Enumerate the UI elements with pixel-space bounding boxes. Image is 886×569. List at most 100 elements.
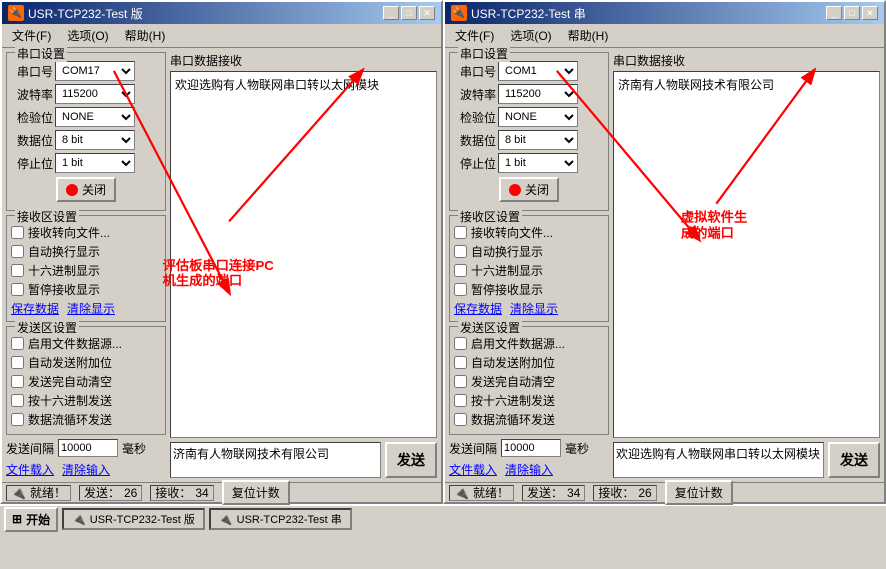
maximize-btn1[interactable]: □ xyxy=(401,6,417,20)
check-label2: 检验位 xyxy=(454,109,496,126)
taskbar-icon2: 🔌 xyxy=(219,513,233,526)
data-row1: 数据位 8 bit xyxy=(11,130,161,150)
send-cb2-1[interactable] xyxy=(11,356,24,369)
minimize-btn1[interactable]: _ xyxy=(383,6,399,20)
clear-display-link2[interactable]: 清除显示 xyxy=(510,300,558,317)
close-btn2[interactable]: ✕ xyxy=(862,6,878,20)
recv-cb1-1[interactable] xyxy=(11,226,24,239)
send-textarea2[interactable]: 欢迎选购有人物联网串口转以太网模块 xyxy=(613,442,824,478)
recv-cb2-2[interactable] xyxy=(454,245,467,258)
maximize-btn2[interactable]: □ xyxy=(844,6,860,20)
send-textarea1[interactable]: 济南有人物联网技术有限公司 xyxy=(170,442,381,478)
send-cb1-2[interactable] xyxy=(454,337,467,350)
window1-title: USR-TCP232-Test 版 xyxy=(28,5,143,22)
taskbar-window2-btn[interactable]: 🔌 USR-TCP232-Test 串 xyxy=(209,508,352,530)
menu-file2[interactable]: 文件(F) xyxy=(449,26,500,45)
send-cb5-2[interactable] xyxy=(454,413,467,426)
clear-input-link1[interactable]: 清除输入 xyxy=(62,461,110,478)
recv-cb3-label1: 十六进制显示 xyxy=(28,262,100,279)
interval-row2: 发送间隔 毫秒 xyxy=(449,439,609,457)
interval-label2: 发送间隔 xyxy=(449,440,497,457)
status-send2: 发送： 34 xyxy=(522,485,585,501)
data-label1: 数据位 xyxy=(11,132,53,149)
data-row2: 数据位 8 bit xyxy=(454,130,604,150)
recv-cb3-1[interactable] xyxy=(11,264,24,277)
clear-input-link2[interactable]: 清除输入 xyxy=(505,461,553,478)
send-label2: 发送： xyxy=(527,484,563,501)
port-select2[interactable]: COM1 xyxy=(498,61,578,81)
menu-help1[interactable]: 帮助(H) xyxy=(119,26,172,45)
send-cb2-2[interactable] xyxy=(454,356,467,369)
stop-select1[interactable]: 1 bit xyxy=(55,153,135,173)
stop-select2[interactable]: 1 bit xyxy=(498,153,578,173)
stop-row2: 停止位 1 bit xyxy=(454,153,604,173)
recv-cb4-label1: 暂停接收显示 xyxy=(28,281,100,298)
serial-close-button2[interactable]: 关闭 xyxy=(499,177,559,202)
send-cb3-label1: 发送完自动清空 xyxy=(28,373,112,390)
recv-cb4-2[interactable] xyxy=(454,283,467,296)
baud-label2: 波特率 xyxy=(454,86,496,103)
interval-input2[interactable] xyxy=(501,439,561,457)
send-cb4-1[interactable] xyxy=(11,394,24,407)
save-data-link1[interactable]: 保存数据 xyxy=(11,300,59,317)
window2-frame: 🔌 USR-TCP232-Test 串 _ □ ✕ 文件(F) 选项(O) 帮助… xyxy=(443,0,886,504)
send-cb1-label2: 启用文件数据源... xyxy=(471,335,565,352)
left-panel2: 串口设置 串口号 COM1 波特率 11520 xyxy=(449,52,609,478)
recv-cb3-2[interactable] xyxy=(454,264,467,277)
send-button2[interactable]: 发送 xyxy=(828,442,880,478)
taskbar-window1-btn[interactable]: 🔌 USR-TCP232-Test 版 xyxy=(62,508,205,530)
send-cb5-1[interactable] xyxy=(11,413,24,426)
app-icon1: 🔌 xyxy=(8,5,24,21)
interval-label1: 发送间隔 xyxy=(6,440,54,457)
send-button1[interactable]: 发送 xyxy=(385,442,437,478)
interval-input1[interactable]: 10000 xyxy=(58,439,118,457)
file-load-link1[interactable]: 文件载入 xyxy=(6,461,54,478)
menu-options1[interactable]: 选项(O) xyxy=(61,26,114,45)
close-btn-row1: 关闭 xyxy=(11,177,161,202)
send-cb3-2[interactable] xyxy=(454,375,467,388)
minimize-btn2[interactable]: _ xyxy=(826,6,842,20)
menu-help2[interactable]: 帮助(H) xyxy=(562,26,615,45)
check-select2[interactable]: NONE xyxy=(498,107,578,127)
start-button[interactable]: ⊞ 开始 xyxy=(4,507,58,532)
menu-options2[interactable]: 选项(O) xyxy=(504,26,557,45)
baud-select2[interactable]: 115200 xyxy=(498,84,578,104)
status-ready2: 🔌 就绪！ xyxy=(449,485,514,501)
app-icon2: 🔌 xyxy=(451,5,467,21)
baud-select1[interactable]: 115200 xyxy=(55,84,135,104)
close-btn1[interactable]: ✕ xyxy=(419,6,435,20)
serial-settings-title1: 串口设置 xyxy=(15,45,67,62)
taskbar-window1-label: USR-TCP232-Test 版 xyxy=(90,511,195,527)
check-select1[interactable]: NONE xyxy=(55,107,135,127)
data-select2[interactable]: 8 bit xyxy=(498,130,578,150)
recv-cb2-label2: 自动换行显示 xyxy=(471,243,543,260)
send-settings1: 发送区设置 启用文件数据源... 自动发送附加位 xyxy=(6,326,166,435)
send-cb1-1[interactable] xyxy=(11,337,24,350)
port-select1[interactable]: COM17 xyxy=(55,61,135,81)
reset-count-btn1[interactable]: 复位计数 xyxy=(222,480,290,505)
send-area-row1: 济南有人物联网技术有限公司 发送 xyxy=(170,442,437,478)
interval-unit1: 毫秒 xyxy=(122,440,146,457)
clear-display-link1[interactable]: 清除显示 xyxy=(67,300,115,317)
recv-cb1-2[interactable] xyxy=(454,226,467,239)
recv-cb4-1[interactable] xyxy=(11,283,24,296)
serial-close-button1[interactable]: 关闭 xyxy=(56,177,116,202)
close-btn-label1: 关闭 xyxy=(82,181,106,198)
recv-content1: 欢迎选购有人物联网串口转以太网模块 xyxy=(175,78,379,92)
taskbar-window2-label: USR-TCP232-Test 串 xyxy=(237,511,342,527)
status-send1: 发送： 26 xyxy=(79,485,142,501)
send-cb3-1[interactable] xyxy=(11,375,24,388)
file-load-link2[interactable]: 文件载入 xyxy=(449,461,497,478)
send-cb2-label2: 自动发送附加位 xyxy=(471,354,555,371)
save-data-link2[interactable]: 保存数据 xyxy=(454,300,502,317)
recv-cb3-label2: 十六进制显示 xyxy=(471,262,543,279)
port-row1: 串口号 COM17 xyxy=(11,61,161,81)
menu-file1[interactable]: 文件(F) xyxy=(6,26,57,45)
recv-cb2-1[interactable] xyxy=(11,245,24,258)
data-select1[interactable]: 8 bit xyxy=(55,130,135,150)
right-panel2: 串口数据接收 济南有人物联网技术有限公司 欢迎选购有人物联网串口转以太网模块 发… xyxy=(613,52,880,478)
send-cb4-2[interactable] xyxy=(454,394,467,407)
reset-count-btn2[interactable]: 复位计数 xyxy=(665,480,733,505)
recv-area1: 欢迎选购有人物联网串口转以太网模块 xyxy=(170,71,437,438)
titlebar2: 🔌 USR-TCP232-Test 串 _ □ ✕ xyxy=(445,2,884,24)
